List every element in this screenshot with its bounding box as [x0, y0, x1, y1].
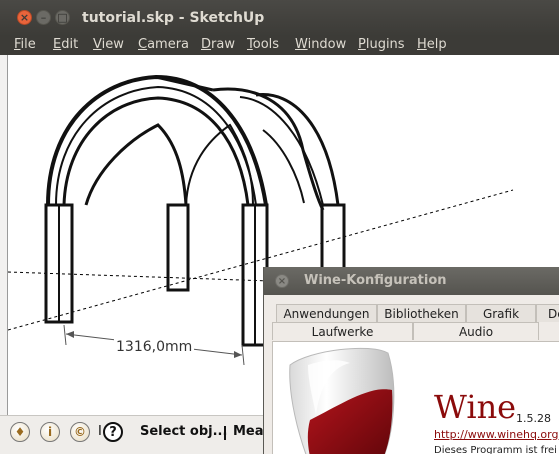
tab-audio[interactable]: Audio [413, 322, 539, 340]
status-divider [224, 426, 226, 440]
menu-camera[interactable]: Camera [138, 37, 189, 52]
tab-bibliotheken[interactable]: Bibliotheken [377, 304, 466, 322]
dimension-arrow-left [66, 331, 74, 338]
status-marker: I [98, 424, 102, 439]
close-icon[interactable]: × [17, 10, 32, 25]
wine-glass-logo [289, 347, 395, 454]
menu-edit[interactable]: Edit [53, 37, 78, 52]
window-title: tutorial.skp - SketchUp [82, 10, 265, 26]
status-prompt: Select obj... [140, 424, 228, 439]
dimension-tick-left [63, 324, 67, 346]
wine-title-bar[interactable]: × Wine-Konfiguration [264, 267, 559, 295]
close-icon[interactable]: × [275, 274, 289, 288]
tab-desktop[interactable]: De [536, 304, 559, 322]
maximize-icon[interactable]: □ [55, 10, 70, 25]
title-bar[interactable]: × – □ tutorial.skp - SketchUp [0, 0, 559, 36]
minimize-icon[interactable]: – [36, 10, 51, 25]
dimension-tick-right [241, 344, 245, 366]
menu-file[interactable]: File [14, 37, 36, 52]
dimension-label: 1316,0mm [114, 339, 195, 355]
credits-icon[interactable]: i [40, 422, 60, 442]
tab-laufwerke[interactable]: Laufwerke [272, 322, 413, 340]
menu-bar: File Edit View Camera Draw Tools Window … [0, 36, 559, 55]
menu-plugins[interactable]: Plugins [358, 37, 405, 52]
front-arch-outer [46, 74, 268, 206]
menu-window[interactable]: Window [295, 37, 346, 52]
menu-tools[interactable]: Tools [247, 37, 279, 52]
wine-description: Dieses Programm ist frei [434, 445, 557, 454]
dimension-arrow-right [234, 351, 242, 358]
back-arch-right [255, 93, 340, 206]
geo-location-icon[interactable]: ♦ [10, 422, 30, 442]
wine-window-title: Wine-Konfiguration [304, 273, 447, 288]
winehq-link[interactable]: http://www.winehq.org [434, 428, 558, 441]
vault-left [84, 123, 188, 206]
wine-product-name: Wine [434, 388, 517, 426]
tab-grafik[interactable]: Grafik [466, 304, 536, 322]
wine-config-window: × Wine-Konfiguration Anwendungen Bibliot… [263, 267, 559, 454]
help-icon[interactable]: ? [103, 422, 123, 442]
tab-anwendungen[interactable]: Anwendungen [276, 304, 377, 322]
wine-version: 1.5.28 [516, 412, 551, 425]
menu-draw[interactable]: Draw [201, 37, 235, 52]
user-status-icon[interactable]: © [70, 422, 90, 442]
menu-help[interactable]: Help [417, 37, 447, 52]
menu-view[interactable]: View [93, 37, 124, 52]
